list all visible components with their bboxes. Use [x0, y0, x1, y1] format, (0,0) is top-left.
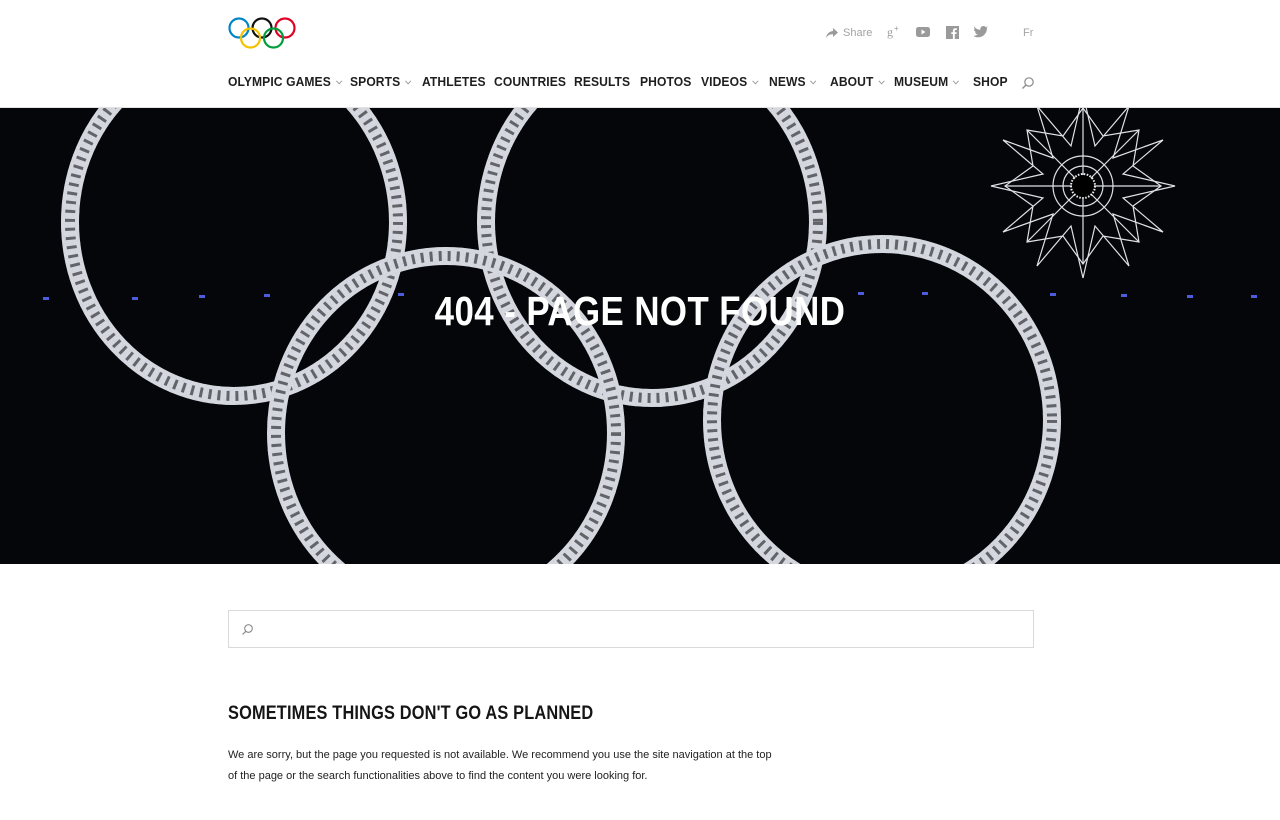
nav-item-news[interactable]: NEWS: [769, 74, 817, 89]
share-arrow-icon: [826, 28, 838, 38]
nav-item-label: MUSEUM: [894, 74, 949, 89]
nav-item-olympic-games[interactable]: OLYMPIC GAMES: [228, 74, 342, 89]
google-plus-icon[interactable]: g +: [886, 24, 902, 40]
main-navigation: OLYMPIC GAMES SPORTS ATHLETES COUNTRIES …: [0, 74, 1280, 94]
nav-item-countries[interactable]: COUNTRIES: [494, 74, 566, 89]
nav-item-label: ABOUT: [830, 74, 874, 89]
share-button[interactable]: Share: [826, 27, 872, 39]
facebook-icon[interactable]: [944, 24, 960, 40]
snowflake-rings-image: [0, 108, 1280, 564]
chevron-down-icon: [405, 79, 412, 85]
hero-banner: 404 - PAGE NOT FOUND: [0, 108, 1280, 564]
chevron-down-icon: [953, 79, 960, 85]
nav-item-label: VIDEOS: [701, 74, 748, 89]
nav-item-label: OLYMPIC GAMES: [228, 74, 331, 89]
search-input[interactable]: [263, 611, 1023, 647]
share-label: Share: [843, 27, 873, 39]
nav-item-label: SPORTS: [350, 74, 401, 89]
nav-item-label: ATHLETES: [422, 74, 486, 89]
chevron-down-icon: [335, 79, 342, 85]
nav-item-videos[interactable]: VIDEOS: [701, 74, 759, 89]
nav-item-sports[interactable]: SPORTS: [350, 74, 412, 89]
search-icon: [242, 624, 253, 635]
nav-item-photos[interactable]: PHOTOS: [640, 74, 691, 89]
nav-item-shop[interactable]: SHOP: [973, 74, 1008, 89]
nav-item-label: SHOP: [973, 74, 1008, 89]
nav-item-museum[interactable]: MUSEUM: [894, 74, 960, 89]
youtube-icon[interactable]: [915, 24, 931, 40]
nav-item-label: COUNTRIES: [494, 74, 567, 89]
page-title: 404 - PAGE NOT FOUND: [434, 288, 846, 334]
chevron-down-icon: [810, 79, 817, 85]
site-header: Share g + Fr OLYMPIC GAMES SPORTS ATHLETE…: [0, 0, 1280, 108]
nav-item-about[interactable]: ABOUT: [830, 74, 885, 89]
utility-bar: Share g + Fr: [0, 24, 1280, 44]
site-search-box: [228, 610, 1034, 648]
chevron-down-icon: [752, 79, 759, 85]
error-heading: SOMETIMES THINGS DON'T GO AS PLANNED: [228, 703, 594, 724]
language-switch-link[interactable]: Fr: [1023, 27, 1033, 39]
nav-item-label: RESULTS: [574, 74, 631, 89]
error-message: We are sorry, but the page you requested…: [228, 749, 772, 782]
nav-item-results[interactable]: RESULTS: [574, 74, 630, 89]
chevron-down-icon: [878, 79, 885, 85]
svg-text:+: +: [894, 25, 899, 33]
nav-item-label: NEWS: [769, 74, 806, 89]
twitter-icon[interactable]: [973, 24, 989, 40]
svg-text:g: g: [887, 25, 893, 39]
nav-item-athletes[interactable]: ATHLETES: [422, 74, 486, 89]
search-icon[interactable]: [1021, 76, 1035, 90]
nav-item-label: PHOTOS: [640, 74, 692, 89]
